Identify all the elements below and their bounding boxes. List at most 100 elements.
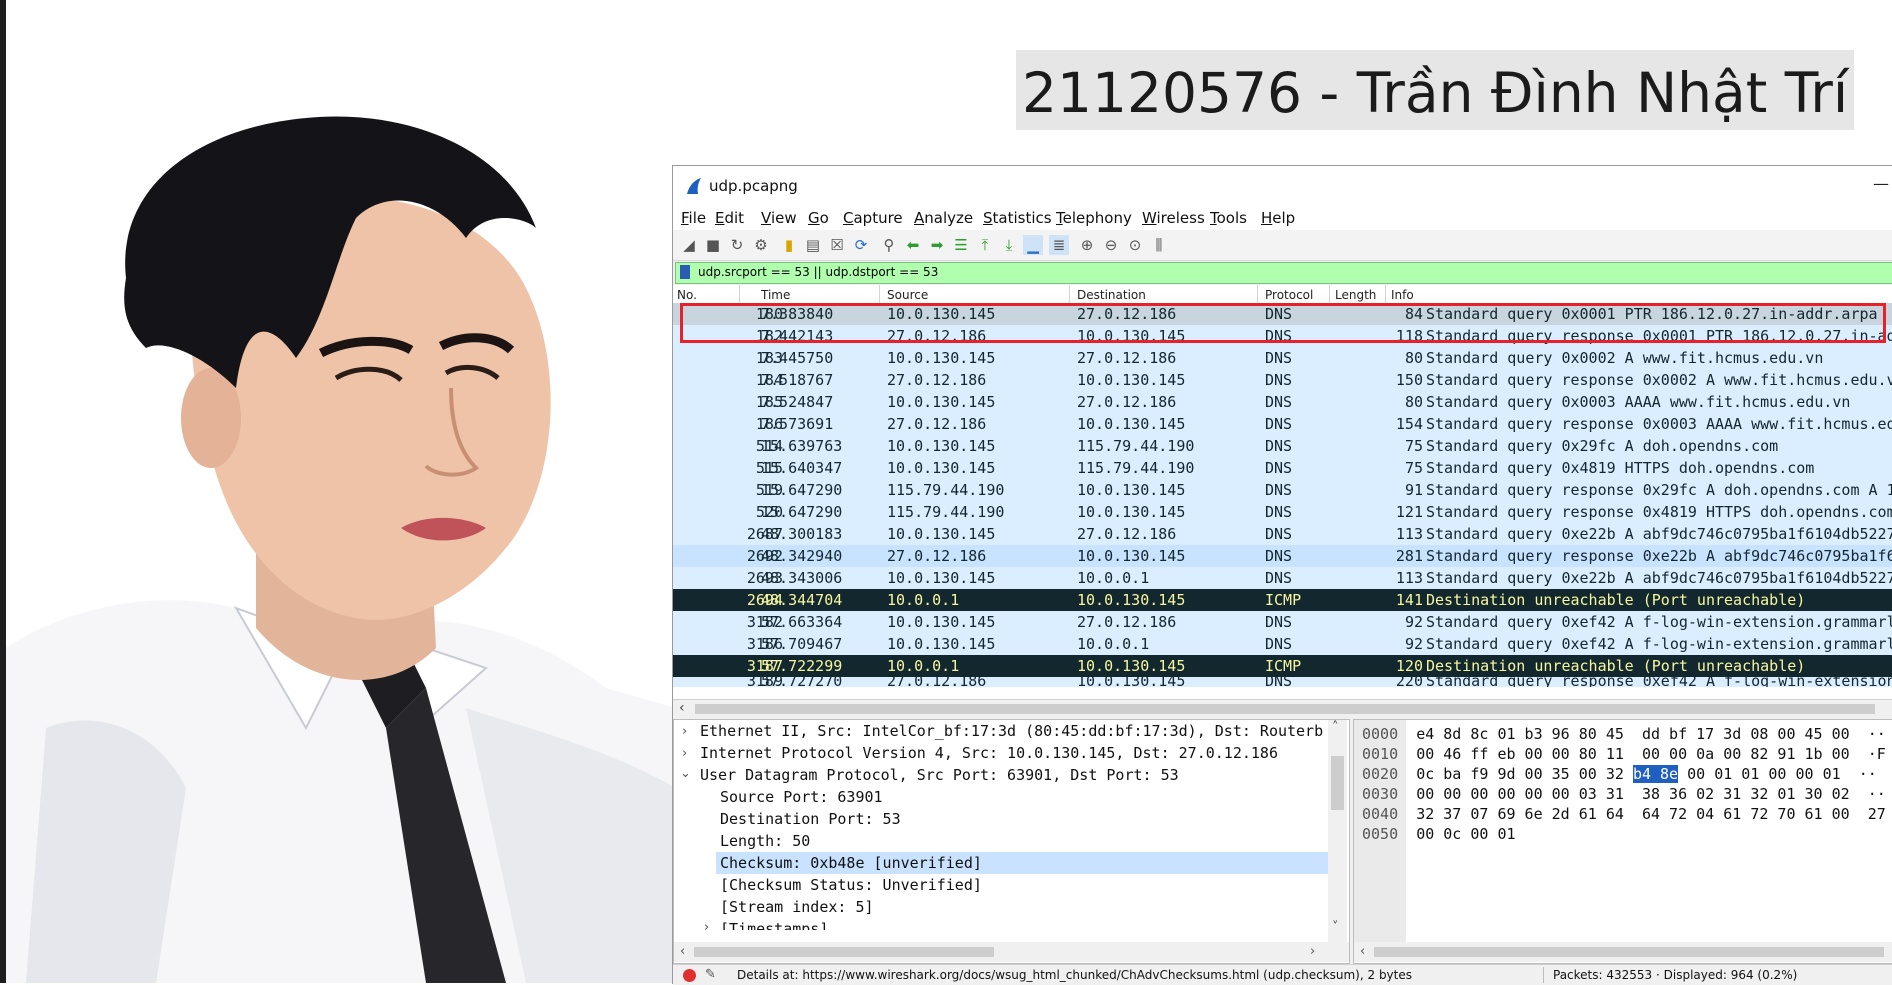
column-divider[interactable] — [1329, 285, 1330, 303]
col-header-no[interactable]: No. — [677, 288, 697, 302]
zoom-out-icon[interactable]: ⊖ — [1101, 235, 1121, 255]
menu-statistics[interactable]: Statistics — [983, 209, 1052, 227]
scroll-left-arrow-icon[interactable]: ‹ — [679, 700, 685, 716]
last-packet-icon[interactable]: ⤓ — [999, 235, 1019, 255]
col-header-info[interactable]: Info — [1391, 288, 1414, 302]
minimize-button[interactable]: — — [1873, 174, 1889, 193]
scroll-thumb[interactable] — [695, 704, 1875, 714]
packet-row[interactable]: 2687 48.300183 10.0.130.145 27.0.12.186 DNS 1… — [673, 523, 1892, 545]
packet-row[interactable]: 519 15.647290 115.79.44.190 10.0.130.145 DNS… — [673, 479, 1892, 501]
options-gear-icon[interactable]: ⚙ — [751, 235, 771, 255]
find-icon[interactable]: ⚲ — [879, 235, 899, 255]
bytes-row[interactable]: 0000 e4 8d 8c 01 b3 96 80 45 dd bf 17 3d… — [1362, 724, 1886, 744]
menu-file[interactable]: File — [681, 209, 706, 227]
open-file-icon[interactable]: ▮ — [779, 235, 799, 255]
details-vscrollbar[interactable]: ˄ ˅ — [1328, 720, 1347, 942]
detail-checksum[interactable]: Checksum: 0xb48e [unverified] — [716, 852, 1330, 874]
packet-row[interactable]: 3186 57.709467 10.0.130.145 10.0.0.1 DNS 92 St… — [673, 633, 1892, 655]
expand-arrow-icon[interactable]: › — [682, 746, 687, 761]
close-file-icon[interactable]: ☒ — [827, 235, 847, 255]
expand-arrow-icon[interactable]: › — [682, 724, 687, 739]
scroll-thumb[interactable] — [1331, 756, 1344, 810]
detail-dst-port[interactable]: Destination Port: 53 — [720, 808, 901, 830]
autoscroll-icon[interactable]: ▁ — [1023, 235, 1043, 255]
bytes-row[interactable]: 0050 00 0c 00 01 — [1362, 824, 1534, 844]
bookmark-icon[interactable] — [680, 265, 690, 279]
scroll-thumb[interactable] — [694, 947, 994, 957]
menu-go[interactable]: Go — [808, 209, 829, 227]
colorize-icon[interactable]: ≣ — [1049, 235, 1069, 255]
col-header-protocol[interactable]: Protocol — [1265, 288, 1313, 302]
menu-analyze[interactable]: Analyze — [914, 209, 973, 227]
col-header-length[interactable]: Length — [1335, 288, 1376, 302]
menu-capture[interactable]: Capture — [843, 209, 903, 227]
packet-row[interactable]: 186 7.573691 27.0.12.186 10.0.130.145 DNS 154… — [673, 413, 1892, 435]
menu-edit[interactable]: Edit — [715, 209, 744, 227]
menu-wireless[interactable]: Wireless — [1142, 209, 1205, 227]
packet-row[interactable]: 183 7.445750 10.0.130.145 27.0.12.186 DNS 80 S… — [673, 347, 1892, 369]
packet-row[interactable]: 515 15.640347 10.0.130.145 115.79.44.190 DNS… — [673, 457, 1892, 479]
resize-columns-icon[interactable]: ⫼ — [1149, 235, 1169, 255]
scroll-left-arrow-icon[interactable]: ‹ — [1360, 944, 1365, 959]
packet-row[interactable]: 3189 57.727270 27.0.12.186 10.0.130.145 DNS 2… — [673, 677, 1892, 687]
bytes-hscrollbar[interactable]: ‹ — [1354, 942, 1892, 962]
bytes-row[interactable]: 0010 00 46 ff eb 00 00 80 11 00 00 0a 00… — [1362, 744, 1886, 764]
selected-bytes[interactable]: b4 8e — [1632, 765, 1679, 783]
shark-fin-start-icon[interactable]: ◢ — [679, 235, 699, 255]
bytes-row[interactable]: 0020 0c ba f9 9d 00 35 00 32 b4 8e 00 01… — [1362, 764, 1877, 784]
forward-arrow-icon[interactable]: ➡ — [927, 235, 947, 255]
detail-ethernet[interactable]: Ethernet II, Src: IntelCor_bf:17:3d (80:… — [700, 720, 1323, 742]
scroll-thumb[interactable] — [1374, 947, 1884, 957]
edit-comment-icon[interactable]: ✎ — [705, 967, 716, 982]
display-filter-input[interactable]: udp.srcport == 53 || udp.dstport == 53 — [675, 262, 1892, 284]
packet-row[interactable]: 2693 48.343006 10.0.130.145 10.0.0.1 DNS 113 S… — [673, 567, 1892, 589]
menu-tools[interactable]: Tools — [1210, 209, 1247, 227]
detail-ipv4[interactable]: Internet Protocol Version 4, Src: 10.0.1… — [700, 742, 1278, 764]
scroll-down-arrow-icon[interactable]: ˅ — [1332, 920, 1339, 935]
go-to-packet-icon[interactable]: ☰ — [951, 235, 971, 255]
bytes-row[interactable]: 0030 00 00 00 00 00 00 03 31 38 36 02 31… — [1362, 784, 1886, 804]
packet-row[interactable]: 3182 57.663364 10.0.130.145 27.0.12.186 DNS 9… — [673, 611, 1892, 633]
column-divider[interactable] — [1257, 285, 1258, 303]
detail-timestamps[interactable]: [Timestamps] — [720, 918, 828, 930]
packet-row[interactable]: 2694 48.344704 10.0.0.1 10.0.130.145 ICMP 141… — [673, 589, 1892, 611]
detail-udp[interactable]: User Datagram Protocol, Src Port: 63901,… — [700, 764, 1179, 786]
capture-status-icon[interactable] — [683, 969, 696, 982]
packet-list-hscrollbar[interactable]: ‹ — [673, 699, 1892, 718]
packet-row[interactable]: 184 7.518767 27.0.12.186 10.0.130.145 DNS 150… — [673, 369, 1892, 391]
bytes-row[interactable]: 0040 32 37 07 69 6e 2d 61 64 64 72 04 61… — [1362, 804, 1886, 824]
detail-stream-index[interactable]: [Stream index: 5] — [720, 896, 874, 918]
detail-src-port[interactable]: Source Port: 63901 — [720, 786, 883, 808]
menu-view[interactable]: View — [761, 209, 797, 227]
scroll-up-arrow-icon[interactable]: ˄ — [1332, 720, 1339, 735]
packet-row[interactable]: 185 7.524847 10.0.130.145 27.0.12.186 DNS 80 S… — [673, 391, 1892, 413]
scroll-right-arrow-icon[interactable]: › — [1310, 944, 1315, 959]
col-header-source[interactable]: Source — [887, 288, 928, 302]
first-packet-icon[interactable]: ⤒ — [975, 235, 995, 255]
detail-checksum-status[interactable]: [Checksum Status: Unverified] — [720, 874, 982, 896]
menu-help[interactable]: Help — [1261, 209, 1295, 227]
packet-row[interactable]: 520 15.647290 115.79.44.190 10.0.130.145 DNS… — [673, 501, 1892, 523]
save-file-icon[interactable]: ▤ — [803, 235, 823, 255]
column-divider[interactable] — [1385, 285, 1386, 303]
detail-length[interactable]: Length: 50 — [720, 830, 810, 852]
zoom-in-icon[interactable]: ⊕ — [1077, 235, 1097, 255]
scroll-left-arrow-icon[interactable]: ‹ — [680, 944, 685, 959]
column-divider[interactable] — [879, 285, 880, 303]
col-header-destination[interactable]: Destination — [1077, 288, 1146, 302]
stop-icon[interactable]: ■ — [703, 235, 723, 255]
collapse-arrow-icon[interactable]: ⌄ — [680, 766, 691, 781]
details-hscrollbar[interactable]: ‹ › — [674, 942, 1349, 962]
back-arrow-icon[interactable]: ⬅ — [903, 235, 923, 255]
expand-arrow-icon[interactable]: › — [704, 920, 709, 935]
packet-row[interactable]: 3187 57.722299 10.0.0.1 10.0.130.145 ICMP 120… — [673, 655, 1892, 677]
column-divider[interactable] — [1069, 285, 1070, 303]
column-divider[interactable] — [739, 285, 740, 303]
packet-row[interactable]: 2692 48.342940 27.0.12.186 10.0.130.145 DNS 2… — [673, 545, 1892, 567]
reload-icon[interactable]: ⟳ — [851, 235, 871, 255]
menu-telephony[interactable]: Telephony — [1056, 209, 1132, 227]
packet-row[interactable]: 514 15.639763 10.0.130.145 115.79.44.190 DNS… — [673, 435, 1892, 457]
normal-size-icon[interactable]: ⊙ — [1125, 235, 1145, 255]
restart-icon[interactable]: ↻ — [727, 235, 747, 255]
col-header-time[interactable]: Time — [761, 288, 790, 302]
